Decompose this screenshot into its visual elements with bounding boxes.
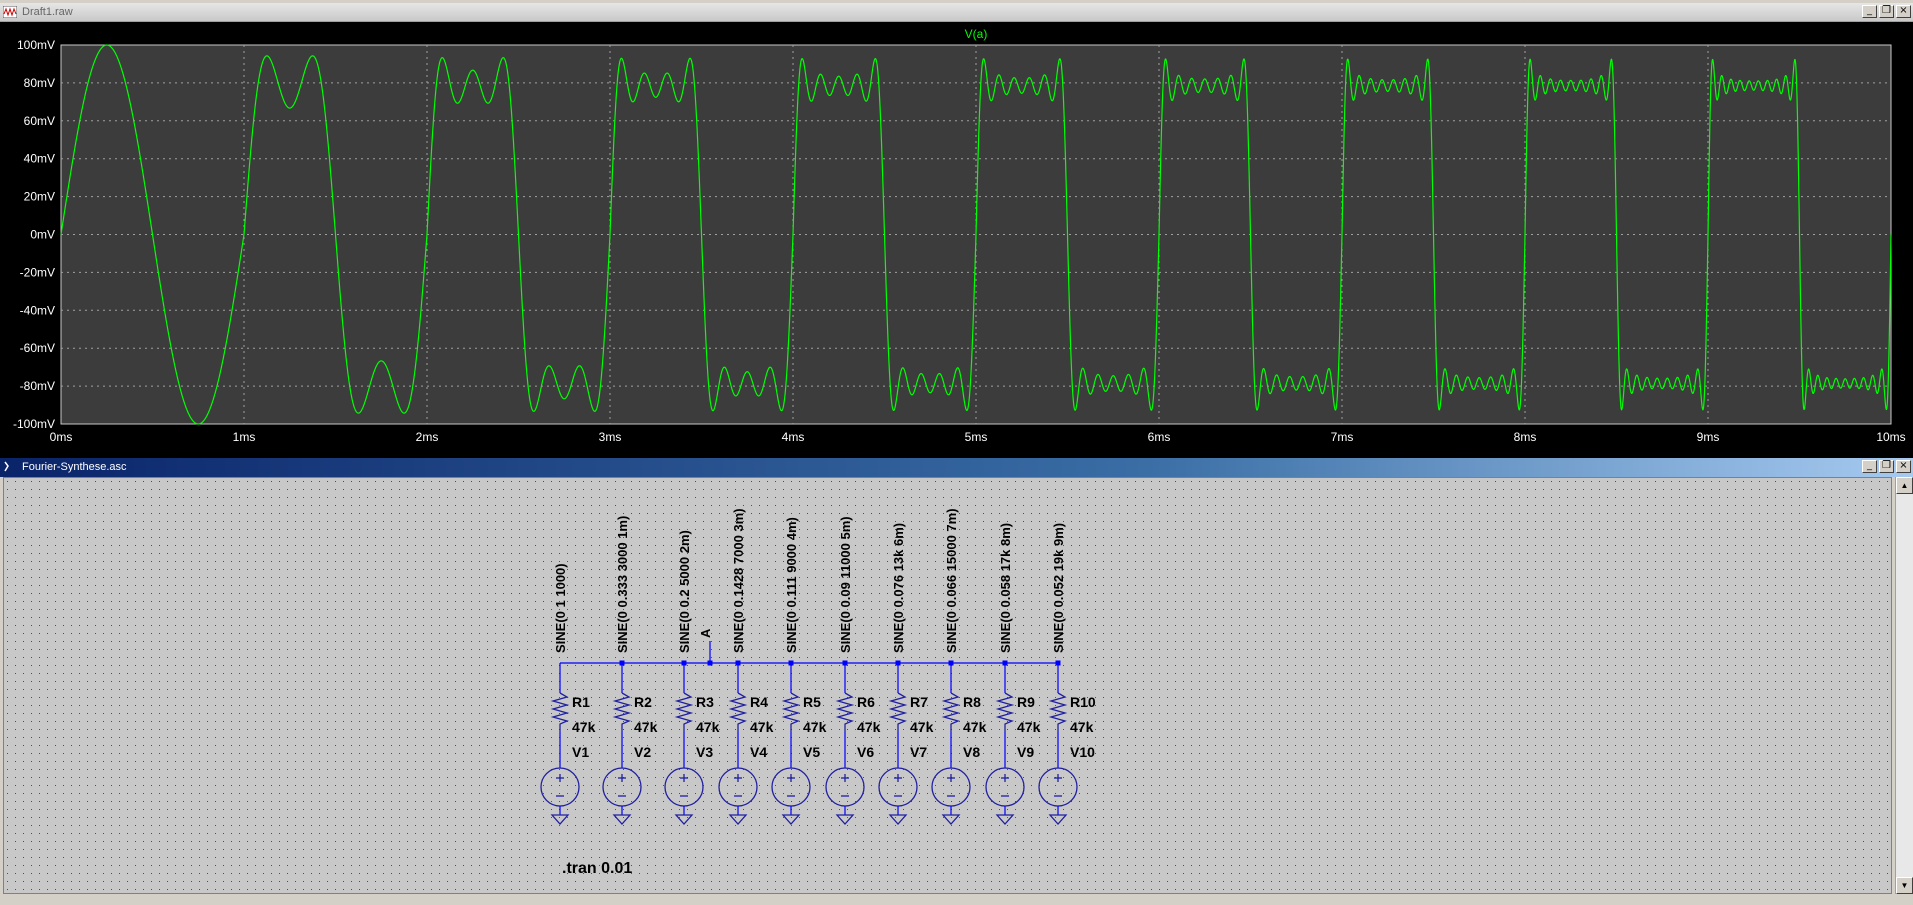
- schematic-canvas[interactable]: A SINE(0 1 1000) R1 47k V1 SINE(0 0.333 3000 …: [3, 477, 1892, 894]
- waveform-close-button[interactable]: ×: [1896, 5, 1911, 18]
- resistor-name[interactable]: R6: [857, 694, 875, 710]
- resistor-value[interactable]: 47k: [1017, 719, 1041, 735]
- resistor-value[interactable]: 47k: [572, 719, 596, 735]
- schematic-vertical-scrollbar[interactable]: ▲ ▼: [1895, 477, 1913, 894]
- x-tick-label: 2ms: [416, 430, 439, 444]
- x-tick-label: 8ms: [1514, 430, 1537, 444]
- waveform-minimize-button[interactable]: _: [1862, 5, 1877, 18]
- net-label-a[interactable]: A: [698, 628, 713, 638]
- junction-dot: [707, 660, 713, 666]
- source-name[interactable]: V2: [634, 744, 651, 760]
- resistor-value[interactable]: 47k: [634, 719, 658, 735]
- resistor-name[interactable]: R8: [963, 694, 981, 710]
- resistor-value[interactable]: 47k: [750, 719, 774, 735]
- source-value-text[interactable]: SINE(0 0.1428 7000 3m): [731, 508, 746, 653]
- x-tick-label: 0ms: [50, 430, 73, 444]
- source-value-text[interactable]: SINE(0 0.09 11000 5m): [838, 516, 853, 653]
- x-tick-label: 10ms: [1876, 430, 1905, 444]
- source-name[interactable]: V3: [696, 744, 713, 760]
- source-value-text[interactable]: SINE(0 0.066 15000 7m): [944, 508, 959, 653]
- waveform-restore-button[interactable]: ❐: [1879, 5, 1894, 18]
- waveform-window: Draft1.raw _ ❐ × 100mV 80mV 60mV 40mV 20mV 0m…: [0, 3, 1913, 458]
- source-value-text[interactable]: SINE(0 0.076 13k 6m): [891, 523, 906, 653]
- source-name[interactable]: V10: [1070, 744, 1095, 760]
- y-tick-label: -80mV: [20, 379, 55, 393]
- y-tick-label: 0mV: [30, 228, 55, 242]
- schematic-restore-button[interactable]: ❐: [1879, 460, 1894, 473]
- resistor-name[interactable]: R3: [696, 694, 714, 710]
- y-tick-label: -100mV: [13, 417, 55, 431]
- y-tick-label: 100mV: [17, 38, 55, 52]
- y-tick-label: -60mV: [20, 341, 55, 355]
- y-tick-label: 80mV: [24, 76, 55, 90]
- y-tick-label: -20mV: [20, 265, 55, 279]
- schematic-close-button[interactable]: ×: [1896, 460, 1911, 473]
- source-name[interactable]: V8: [963, 744, 980, 760]
- schematic-titlebar[interactable]: Fourier-Synthese.asc _ ❐ ×: [0, 458, 1913, 477]
- resistor-name[interactable]: R1: [572, 694, 590, 710]
- resistor-name[interactable]: R7: [910, 694, 928, 710]
- x-tick-label: 9ms: [1697, 430, 1720, 444]
- y-tick-label: -40mV: [20, 303, 55, 317]
- schematic-minimize-button[interactable]: _: [1862, 460, 1877, 473]
- resistor-value[interactable]: 47k: [963, 719, 987, 735]
- schematic-app-icon: [4, 461, 9, 472]
- trace-label[interactable]: V(a): [965, 27, 988, 41]
- resistor-name[interactable]: R10: [1070, 694, 1096, 710]
- source-name[interactable]: V1: [572, 744, 589, 760]
- waveform-app-icon: [3, 6, 17, 18]
- source-name[interactable]: V4: [750, 744, 767, 760]
- waveform-window-title: Draft1.raw: [22, 6, 73, 18]
- resistor-value[interactable]: 47k: [803, 719, 827, 735]
- source-name[interactable]: V7: [910, 744, 927, 760]
- source-value-text[interactable]: SINE(0 0.052 19k 9m): [1051, 523, 1066, 653]
- source-name[interactable]: V9: [1017, 744, 1034, 760]
- resistor-value[interactable]: 47k: [857, 719, 881, 735]
- resistor-value[interactable]: 47k: [910, 719, 934, 735]
- source-value-text[interactable]: SINE(0 1 1000): [553, 563, 568, 653]
- resistor-name[interactable]: R4: [750, 694, 768, 710]
- source-value-text[interactable]: SINE(0 0.058 17k 8m): [998, 523, 1013, 653]
- resistor-name[interactable]: R5: [803, 694, 821, 710]
- source-value-text[interactable]: SINE(0 0.111 9000 4m): [784, 517, 799, 653]
- x-tick-label: 7ms: [1331, 430, 1354, 444]
- tran-directive[interactable]: .tran 0.01: [562, 860, 632, 877]
- x-tick-label: 6ms: [1148, 430, 1171, 444]
- source-name[interactable]: V6: [857, 744, 874, 760]
- source-name[interactable]: V5: [803, 744, 820, 760]
- schematic-window: Fourier-Synthese.asc _ ❐ × A SINE(0 1 100…: [0, 458, 1913, 905]
- resistor-name[interactable]: R2: [634, 694, 652, 710]
- waveform-chart[interactable]: 100mV 80mV 60mV 40mV 20mV 0mV -20mV -40mV -60mV -…: [0, 22, 1913, 458]
- x-tick-label: 1ms: [233, 430, 256, 444]
- source-value-text[interactable]: SINE(0 0.333 3000 1m): [615, 516, 630, 653]
- resistor-value[interactable]: 47k: [696, 719, 720, 735]
- waveform-titlebar[interactable]: Draft1.raw _ ❐ ×: [0, 3, 1913, 22]
- schematic-window-title: Fourier-Synthese.asc: [22, 461, 127, 473]
- y-tick-label: 60mV: [24, 114, 55, 128]
- resistor-name[interactable]: R9: [1017, 694, 1035, 710]
- x-tick-label: 5ms: [965, 430, 988, 444]
- x-tick-label: 3ms: [599, 430, 622, 444]
- source-value-text[interactable]: SINE(0 0.2 5000 2m): [677, 530, 692, 653]
- x-tick-label: 4ms: [782, 430, 805, 444]
- y-tick-label: 20mV: [24, 190, 55, 204]
- resistor-value[interactable]: 47k: [1070, 719, 1094, 735]
- scroll-up-button[interactable]: ▲: [1896, 477, 1913, 494]
- y-tick-label: 40mV: [24, 152, 55, 166]
- waveform-plot-area[interactable]: 100mV 80mV 60mV 40mV 20mV 0mV -20mV -40mV -60mV -…: [0, 22, 1913, 458]
- scroll-down-button[interactable]: ▼: [1896, 877, 1913, 894]
